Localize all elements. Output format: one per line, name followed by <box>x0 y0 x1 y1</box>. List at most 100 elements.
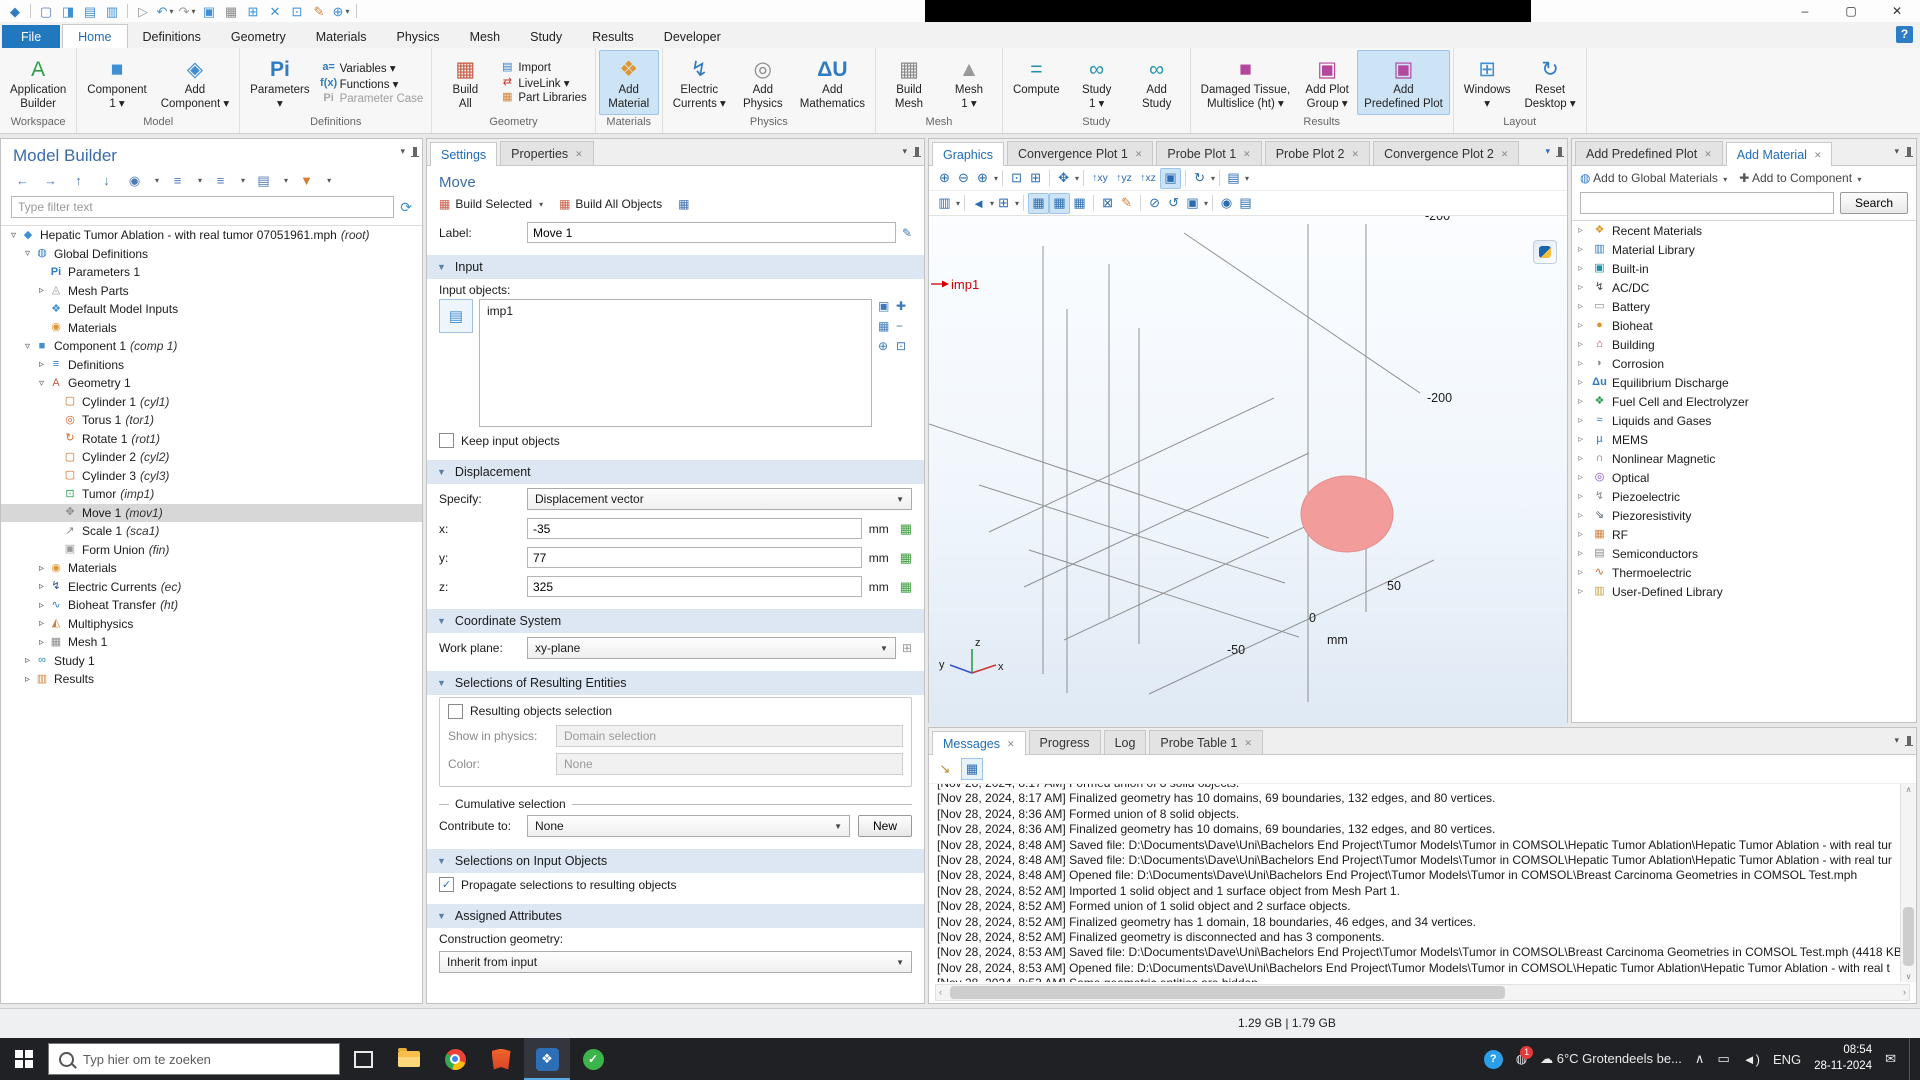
section-selections-resulting[interactable]: ▼ Selections of Resulting Entities <box>427 671 924 695</box>
network-icon[interactable]: ▭ <box>1717 1051 1729 1067</box>
expander-icon[interactable]: ▹ <box>35 618 48 629</box>
material-category-nonlinear-magnetic[interactable]: ▹∩Nonlinear Magnetic <box>1572 449 1916 468</box>
panel-menu-icon[interactable]: ▾ <box>1894 735 1899 746</box>
material-search-input[interactable] <box>1580 192 1834 214</box>
tab-properties[interactable]: Properties✕ <box>500 141 594 165</box>
material-category-fuel-cell-and-electrolyzer[interactable]: ▹❖Fuel Cell and Electrolyzer <box>1572 392 1916 411</box>
ribbon-tab-study[interactable]: Study <box>515 25 577 48</box>
section-selections-input[interactable]: ▼ Selections on Input Objects <box>427 849 924 873</box>
close-icon[interactable]: ✕ <box>1243 149 1251 160</box>
comsol-logo-button[interactable] <box>1533 240 1557 264</box>
close-icon[interactable]: ✕ <box>1814 150 1822 161</box>
horizontal-scroll-thumb[interactable] <box>950 986 1505 999</box>
save-as-button[interactable]: ▥ <box>102 2 122 20</box>
chrome-app-button[interactable] <box>432 1038 478 1080</box>
weather-widget[interactable]: ☁ 6°C Grotendeels be... <box>1540 1051 1682 1067</box>
tree-item-component-1[interactable]: ▿■Component 1(comp 1) <box>1 337 422 356</box>
expander-icon[interactable]: ▹ <box>35 563 48 574</box>
delete-button[interactable]: ✕ <box>265 2 285 20</box>
add-material-button[interactable]: ❖Add Material <box>599 50 659 115</box>
ribbon-tab-file[interactable]: File <box>2 25 60 48</box>
y-input[interactable] <box>527 547 862 568</box>
show-desktop-button[interactable] <box>1909 1038 1916 1080</box>
undo-button[interactable]: ↶▾ <box>155 2 175 20</box>
hide-objects-button[interactable]: ⊘ <box>1145 194 1164 213</box>
view-hidden-button[interactable]: ▣ <box>1183 194 1202 213</box>
add-component-button[interactable]: ◈Add Component ▾ <box>154 50 236 115</box>
file-explorer-app-button[interactable] <box>386 1038 432 1080</box>
ribbon-tab-results[interactable]: Results <box>577 25 649 48</box>
build-preceding-button[interactable]: ▦ <box>678 198 689 210</box>
section-coordinate-system[interactable]: ▼ Coordinate System <box>427 609 924 633</box>
expander-icon[interactable]: ▹ <box>1578 377 1591 388</box>
tree-item-geometry-1[interactable]: ▿AGeometry 1 <box>1 374 422 393</box>
material-category-bioheat[interactable]: ▹●Bioheat <box>1572 316 1916 335</box>
brave-app-button[interactable] <box>478 1038 524 1080</box>
tab-probe-plot-1[interactable]: Probe Plot 1✕ <box>1156 141 1261 165</box>
clock[interactable]: 08:54 28-11-2024 <box>1814 1043 1872 1074</box>
reset-hiding-button[interactable]: ↺ <box>1164 194 1183 213</box>
expander-icon[interactable]: ▹ <box>1578 244 1591 255</box>
task-view-button[interactable] <box>340 1038 386 1080</box>
ribbon-tab-materials[interactable]: Materials <box>301 25 382 48</box>
tree-item-study-1[interactable]: ▹∞Study 1 <box>1 652 422 671</box>
input-objects-list[interactable]: imp1 <box>479 299 872 427</box>
import-button[interactable]: ▤Import <box>495 61 591 75</box>
refresh-icon[interactable]: ⟳ <box>400 199 412 216</box>
panel-menu-icon[interactable]: ▾ <box>1894 146 1899 157</box>
expander-icon[interactable]: ▹ <box>21 655 34 666</box>
select-box-button[interactable]: ⊠ <box>1098 194 1117 213</box>
paint-select-button[interactable]: ✎ <box>1117 194 1136 213</box>
tasks-app-button[interactable]: ✓ <box>570 1038 616 1080</box>
help-icon[interactable]: ? <box>1896 26 1913 43</box>
ribbon-tab-physics[interactable]: Physics <box>381 25 454 48</box>
close-icon[interactable]: ✕ <box>1501 149 1509 160</box>
close-icon[interactable]: ✕ <box>1244 738 1252 749</box>
paste-button[interactable]: ▦ <box>221 2 241 20</box>
expander-icon[interactable]: ▹ <box>35 581 48 592</box>
material-category-built-in[interactable]: ▹▣Built-in <box>1572 259 1916 278</box>
print-button[interactable]: ▤ <box>1236 194 1255 213</box>
snapshot-camera-button[interactable]: ◉ <box>1217 194 1236 213</box>
tab-log[interactable]: Log <box>1104 730 1147 754</box>
follow-messages-icon[interactable]: ↘ <box>935 759 955 779</box>
tree-item-materials[interactable]: ▹◉Materials <box>1 559 422 578</box>
hidden-icons-chevron[interactable]: ∧ <box>1695 1051 1705 1067</box>
build-all-button[interactable]: ▦Build All <box>435 50 495 115</box>
expander-icon[interactable]: ▹ <box>1578 434 1591 445</box>
x-input[interactable] <box>527 518 862 539</box>
zoom-extents-button[interactable]: ⊡ <box>1007 169 1026 188</box>
go-to-view-button[interactable]: ✥ <box>1054 169 1073 188</box>
expander-icon[interactable]: ▹ <box>1578 415 1591 426</box>
expand-all-icon[interactable]: ≡ <box>211 171 230 190</box>
material-category-piezoelectric[interactable]: ▹↯Piezoelectric <box>1572 487 1916 506</box>
expander-icon[interactable]: ▹ <box>1578 510 1591 521</box>
parameter-case-button[interactable]: PiParameter Case <box>317 92 429 106</box>
tree-item-mesh-1[interactable]: ▹▦Mesh 1 <box>1 633 422 652</box>
tree-item-materials[interactable]: ◉Materials <box>1 319 422 338</box>
model-tree-filter-icon[interactable]: ▼ <box>297 171 316 190</box>
comsol-app-button[interactable]: ❖ <box>524 1038 570 1080</box>
electric-currents-button[interactable]: ↯Electric Currents ▾ <box>666 50 733 115</box>
tree-item-results[interactable]: ▹▥Results <box>1 670 422 689</box>
tree-item-scale-1[interactable]: ↗Scale 1(sca1) <box>1 522 422 541</box>
screenshot-button[interactable]: ▤ <box>1224 169 1243 188</box>
material-category-material-library[interactable]: ▹▥Material Library <box>1572 240 1916 259</box>
find-button[interactable]: ⊕▾ <box>331 2 351 20</box>
material-category-building[interactable]: ▹⌂Building <box>1572 335 1916 354</box>
material-category-liquids-and-gases[interactable]: ▹≈Liquids and Gases <box>1572 411 1916 430</box>
notification-center-icon[interactable]: ✉ <box>1885 1051 1896 1067</box>
ribbon-tab-geometry[interactable]: Geometry <box>216 25 301 48</box>
help-bubble-icon[interactable]: ? <box>1484 1050 1503 1069</box>
tree-item-definitions[interactable]: ▹≡Definitions <box>1 356 422 375</box>
resulting-objects-checkbox[interactable] <box>448 704 463 719</box>
variables-button[interactable]: a=Variables ▾ <box>317 60 429 76</box>
windows-button[interactable]: ⊞Windows ▾ <box>1457 50 1518 115</box>
build-selected-button[interactable]: ▦ Build Selected▾ <box>439 197 543 211</box>
add-study-button[interactable]: ∞Add Study <box>1127 50 1187 115</box>
rename-icon[interactable]: ✎ <box>902 226 912 240</box>
damaged-tissue-multislice-ht-button[interactable]: ■Damaged Tissue, Multislice (ht) ▾ <box>1194 50 1298 115</box>
activate-selection-toggle[interactable]: ▤ <box>439 299 473 333</box>
part-libraries-button[interactable]: ▦Part Libraries <box>495 91 591 105</box>
copy-button[interactable]: ▣ <box>199 2 219 20</box>
